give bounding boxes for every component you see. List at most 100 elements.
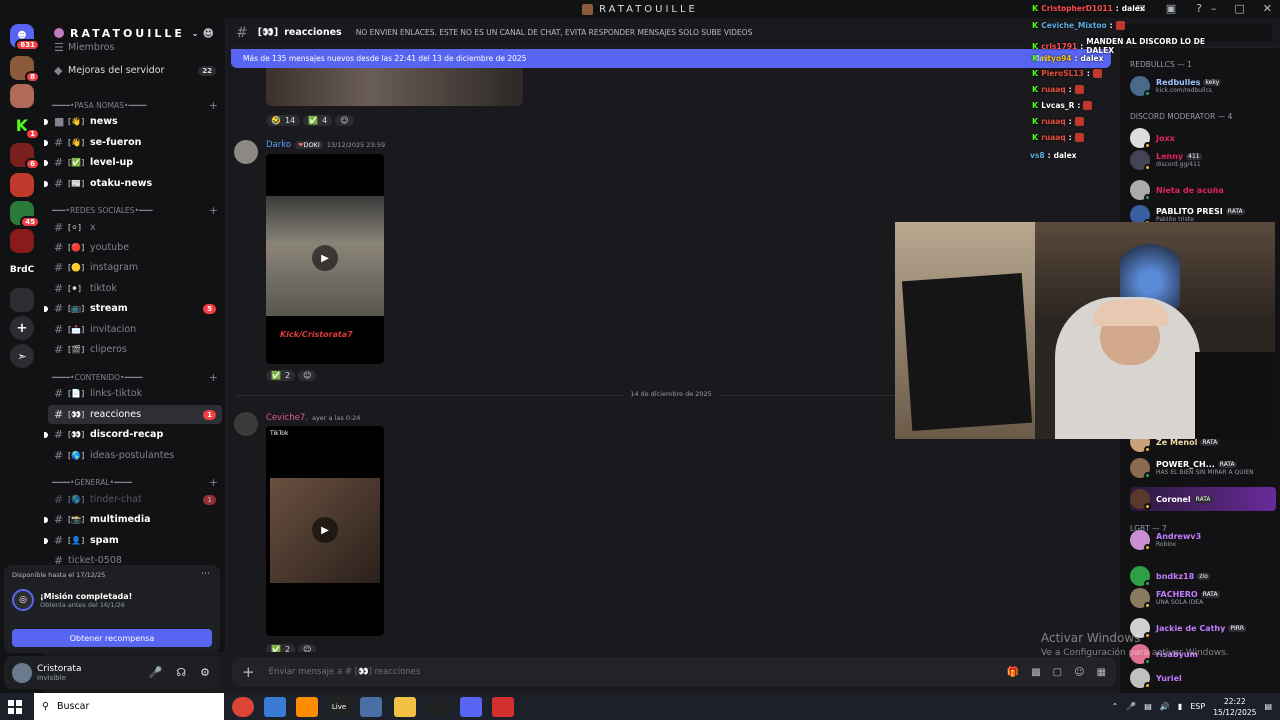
member-row[interactable]: Coronel RATA [1130,487,1276,511]
add-reaction-icon[interactable]: ☺ [335,114,354,126]
channel-members[interactable]: ☰ Miembros [48,40,222,54]
member-row[interactable]: Yuriel [1130,666,1276,690]
image-attachment[interactable] [266,68,523,106]
invite-icon[interactable]: ☻ [203,27,214,40]
server-icon[interactable] [10,173,34,197]
channel-reacciones[interactable]: # [👀] reacciones 1 [48,405,222,424]
gif-icon[interactable]: ▩ [1031,667,1040,678]
maximize-button[interactable]: □ [1234,2,1244,15]
reaction-chip[interactable]: ✅ 2 [266,369,296,381]
channel-tiktok[interactable]: # [⚫] tiktok [48,279,222,298]
server-icon[interactable]: 45 [10,201,40,228]
microphone-icon[interactable]: 🎤 [1126,702,1136,711]
channel-ideas-postulantes[interactable]: # [🌎] ideas-postulantes [48,446,222,465]
add-server-icon[interactable]: + [10,316,34,340]
category-pasa-nomas[interactable]: ━━━━•PASA NOMAS•━━━━ + [52,98,222,112]
taskbar-search[interactable]: ⚲ Buscar [34,693,224,720]
brdc-server-icon[interactable]: BrdC [10,258,34,282]
app-icon[interactable] [492,697,514,717]
server-icon[interactable]: 6 [10,143,40,170]
channel-news[interactable]: ■ [👋] news [44,112,222,131]
reaction-chip[interactable]: 🤣 14 [266,114,301,126]
obs-icon[interactable] [426,697,448,717]
copilot-icon[interactable] [264,697,286,717]
server-icon[interactable] [10,229,34,253]
battery-icon[interactable]: ▮ [1178,702,1182,711]
language-indicator[interactable]: ESP [1190,702,1205,711]
play-icon[interactable]: ▶ [312,245,338,271]
add-channel-icon[interactable]: + [209,371,218,384]
channel-level-up[interactable]: # [✅] level-up [44,153,222,172]
add-channel-icon[interactable]: + [209,99,218,112]
explore-icon[interactable]: ➣ [10,344,34,368]
add-reaction-icon[interactable]: ☺ [298,369,317,381]
brave-icon[interactable] [296,697,318,717]
reaction-chip[interactable]: ✅ 2 [266,643,296,652]
avatar[interactable] [12,662,32,683]
chrome-icon[interactable] [232,697,254,717]
notification-icon[interactable]: ▤ [1264,702,1272,711]
channel-cliperos[interactable]: # [🎬] cliperos [48,340,222,359]
discord-taskbar-icon[interactable] [460,697,482,717]
add-channel-icon[interactable]: + [209,476,218,489]
video-attachment[interactable]: TikTok ▶ [266,426,384,636]
channel-links-tiktok[interactable]: # [📄] links-tiktok [48,384,222,403]
gear-icon[interactable]: ⚙ [200,666,210,679]
channel-youtube[interactable]: # [🔴] youtube [48,238,222,257]
message-input[interactable]: Enviar mensaje a # [👀] reacciones [269,667,421,677]
gift-icon[interactable]: 🎁 [1007,667,1019,678]
kick-server-icon[interactable]: K1 [10,113,40,140]
chevron-up-icon[interactable]: ⌃ [1112,702,1119,711]
category-contenido[interactable]: ━━━━•CONTENIDO•━━━━ + [52,370,222,384]
member-row[interactable]: Andrewv3 Roblox [1130,528,1276,552]
channel-se-fueron[interactable]: # [👋] se-fueron [44,133,222,152]
channel-otaku-news[interactable]: # [📰] otaku-news [44,174,222,193]
close-button[interactable]: ✕ [1263,2,1272,15]
new-messages-banner[interactable]: Más de 135 mensajes nuevos desde las 22:… [231,49,1111,68]
server-icon[interactable] [10,288,34,312]
channel-discord-recap[interactable]: # [👀] discord-recap [44,425,222,444]
microphone-icon[interactable]: 🎤 [149,666,163,679]
direct-messages-button[interactable]: ☻ 631 [10,24,40,51]
claim-reward-button[interactable]: Obtener recompensa [12,629,212,647]
category-general[interactable]: ━━━━•GENERAL•━━━━ + [52,475,222,489]
category-redes-sociales[interactable]: ━━━•REDES SOCIALES•━━━ + [52,203,222,217]
folder-icon[interactable] [394,697,416,717]
channel-invitacion[interactable]: # [📩] invitacion [48,320,222,339]
channel-stream[interactable]: # [📺] stream 5 [44,299,222,318]
channel-x[interactable]: # [⚪] x [48,218,222,237]
member-row[interactable]: bndkz18 zio [1130,564,1276,588]
live-app-icon[interactable]: Live [328,697,350,717]
document-icon[interactable] [360,697,382,717]
member-row[interactable]: POWER_CH... RATA HAS EL BIEN SIN MIRAR A Q… [1130,456,1276,480]
message-composer[interactable]: + Enviar mensaje a # [👀] reacciones 🎁 ▩ … [232,657,1116,687]
network-icon[interactable]: ▤ [1144,702,1152,711]
author-name[interactable]: Ceviche7. [266,413,308,423]
server-icon[interactable] [10,84,34,108]
add-reaction-icon[interactable]: ☺ [298,643,317,652]
attach-plus-icon[interactable]: + [242,663,255,681]
more-options-icon[interactable]: ⋯ [201,569,210,579]
member-row[interactable]: Nieta de acuña [1130,178,1276,202]
add-channel-icon[interactable]: + [209,204,218,217]
clock[interactable]: 22:22 15/12/2025 [1213,696,1256,718]
channel-topic[interactable]: NO ENVIEN ENLACES. ESTE NO ES UN CANAL D… [356,28,753,37]
apps-icon[interactable]: ▦ [1097,667,1106,678]
server-icon[interactable]: 8 [10,56,40,83]
channel-instagram[interactable]: # [🟡] instagram [48,258,222,277]
video-attachment[interactable]: ▶ Kick/Cristorata7 [266,154,384,364]
channel-multimedia[interactable]: # [📸] multimedia [44,510,222,529]
emoji-icon[interactable]: ☺ [1074,667,1084,678]
avatar[interactable] [234,140,258,164]
channel-tinder-chat[interactable]: # [🌎] tinder-chat 1 [48,490,222,509]
reaction-chip[interactable]: ✅ 4 [303,114,333,126]
volume-icon[interactable]: 🔊 [1160,702,1170,711]
play-icon[interactable]: ▶ [312,517,338,543]
windows-start-icon[interactable] [4,697,26,717]
author-name[interactable]: Darko [266,140,291,150]
channel-boosts[interactable]: ◆ Mejoras del servidor 22 [48,61,222,80]
member-row[interactable]: FACHERO RATA UNA SOLA IDEA [1130,586,1276,610]
sticker-icon[interactable]: ▢ [1053,667,1062,678]
channel-spam[interactable]: # [👤] spam [44,531,222,550]
headphones-icon[interactable]: ☊ [176,666,186,679]
